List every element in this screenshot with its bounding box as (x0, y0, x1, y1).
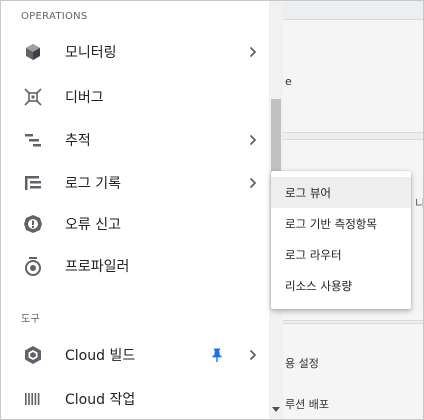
logging-icon (23, 173, 43, 193)
cloud-tasks-icon (23, 389, 43, 409)
nav-item-label: 디버그 (65, 90, 104, 106)
nav-item-cloud-build[interactable]: Cloud 빌드 (1, 334, 269, 376)
section-header-tools: 도구 (21, 314, 40, 325)
background-card (283, 19, 423, 133)
nav-item-monitoring[interactable]: 모니터링 (1, 31, 269, 73)
trace-icon (23, 130, 43, 150)
scroll-down-arrow-icon[interactable] (272, 406, 280, 414)
scroll-thumb[interactable] (271, 99, 281, 175)
chevron-right-icon (247, 173, 259, 193)
submenu-item-label: 로그 라우터 (285, 247, 342, 262)
profiler-icon (23, 256, 43, 276)
submenu-item-label: 로그 뷰어 (285, 185, 331, 200)
nav-item-label: 프로파일러 (65, 259, 130, 275)
submenu-item-logs-based-metrics[interactable]: 로그 기반 측정항목 (271, 208, 411, 239)
nav-item-error-reporting[interactable]: 오류 신고 (1, 203, 269, 245)
submenu-item-logs-router[interactable]: 로그 라우터 (271, 239, 411, 270)
nav-item-label: Cloud 빌드 (65, 348, 136, 364)
app-window: e 니 용 설정 루션 배포 OPERATIONS 모니터링 (0, 0, 424, 420)
navigation-drawer: OPERATIONS 모니터링 디버그 추적 로그 기록 오류 신고 프로파일러… (1, 1, 269, 419)
nav-item-profiler[interactable]: 프로파일러 (1, 245, 269, 287)
background-text: e (285, 75, 292, 88)
logging-submenu: 로그 뷰어 로그 기반 측정항목 로그 라우터 리소스 사용량 (271, 171, 411, 309)
nav-item-label: 오류 신고 (65, 217, 121, 233)
submenu-item-resource-usage[interactable]: 리소스 사용량 (271, 270, 411, 301)
nav-item-logging[interactable]: 로그 기록 (1, 162, 269, 204)
section-header-operations: OPERATIONS (21, 11, 88, 22)
chevron-right-icon (247, 42, 259, 62)
monitoring-icon (23, 42, 43, 62)
background-text: 루션 배포 (285, 398, 329, 411)
submenu-item-label: 리소스 사용량 (285, 278, 353, 293)
background-text: 니 (415, 195, 423, 211)
background-text: 용 설정 (285, 357, 319, 370)
nav-item-trace[interactable]: 추적 (1, 119, 269, 161)
nav-item-label: Cloud 작업 (65, 392, 136, 408)
submenu-item-label: 로그 기반 측정항목 (285, 216, 377, 231)
debug-icon (23, 87, 43, 107)
chevron-right-icon (247, 130, 259, 150)
nav-item-label: 모니터링 (65, 45, 117, 61)
pin-icon[interactable] (210, 345, 224, 365)
nav-item-debug[interactable]: 디버그 (1, 76, 269, 118)
cloud-build-icon (23, 345, 43, 365)
submenu-item-logs-viewer[interactable]: 로그 뷰어 (271, 177, 411, 208)
nav-item-label: 로그 기록 (65, 176, 121, 192)
error-reporting-icon (23, 214, 43, 234)
nav-item-label: 추적 (65, 133, 91, 149)
nav-item-cloud-tasks[interactable]: Cloud 작업 (1, 378, 269, 419)
chevron-right-icon (247, 345, 259, 365)
